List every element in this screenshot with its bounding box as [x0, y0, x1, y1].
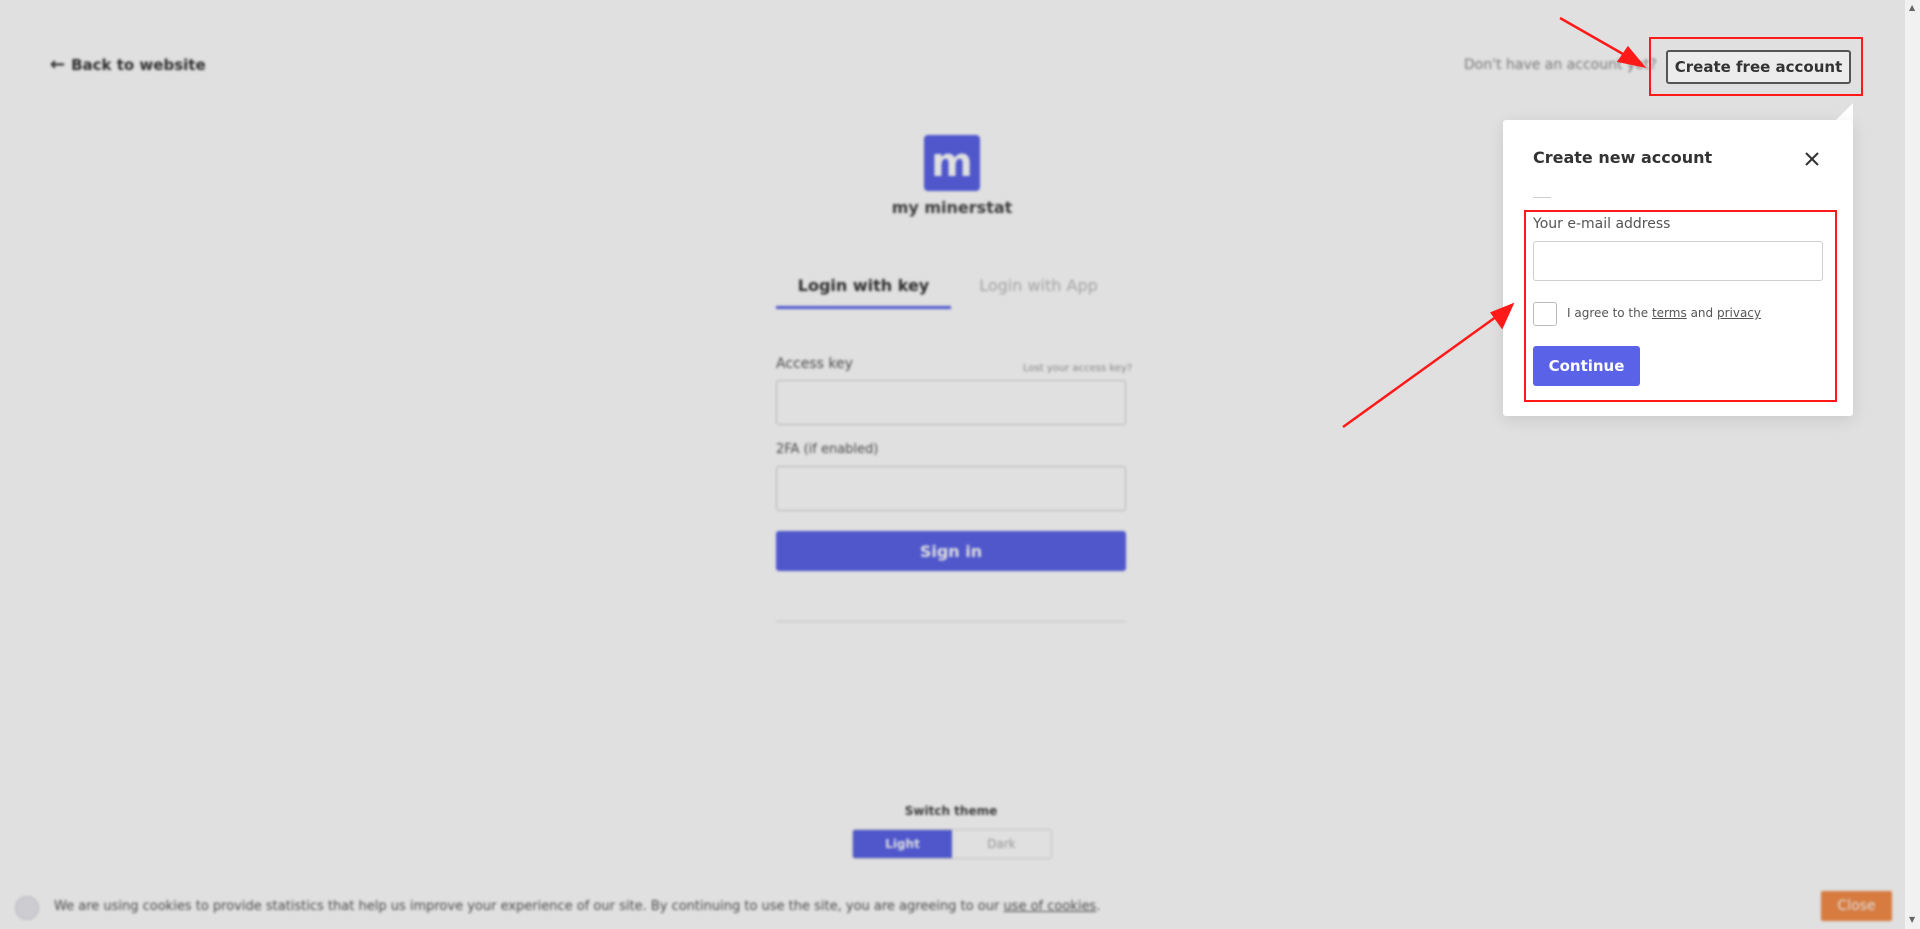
- annotation-arrow-form: [1342, 312, 1501, 429]
- annotation-arrowhead-form: [1490, 302, 1515, 330]
- annotation-arrow-top: [1559, 16, 1631, 60]
- annotation-arrows: [1342, 16, 1647, 429]
- annotation-arrowhead-top: [1616, 45, 1647, 68]
- scroll-down-icon[interactable]: ▼: [1909, 915, 1915, 924]
- page-scrollbar[interactable]: [1905, 0, 1920, 929]
- scroll-up-icon[interactable]: ▲: [1909, 3, 1915, 12]
